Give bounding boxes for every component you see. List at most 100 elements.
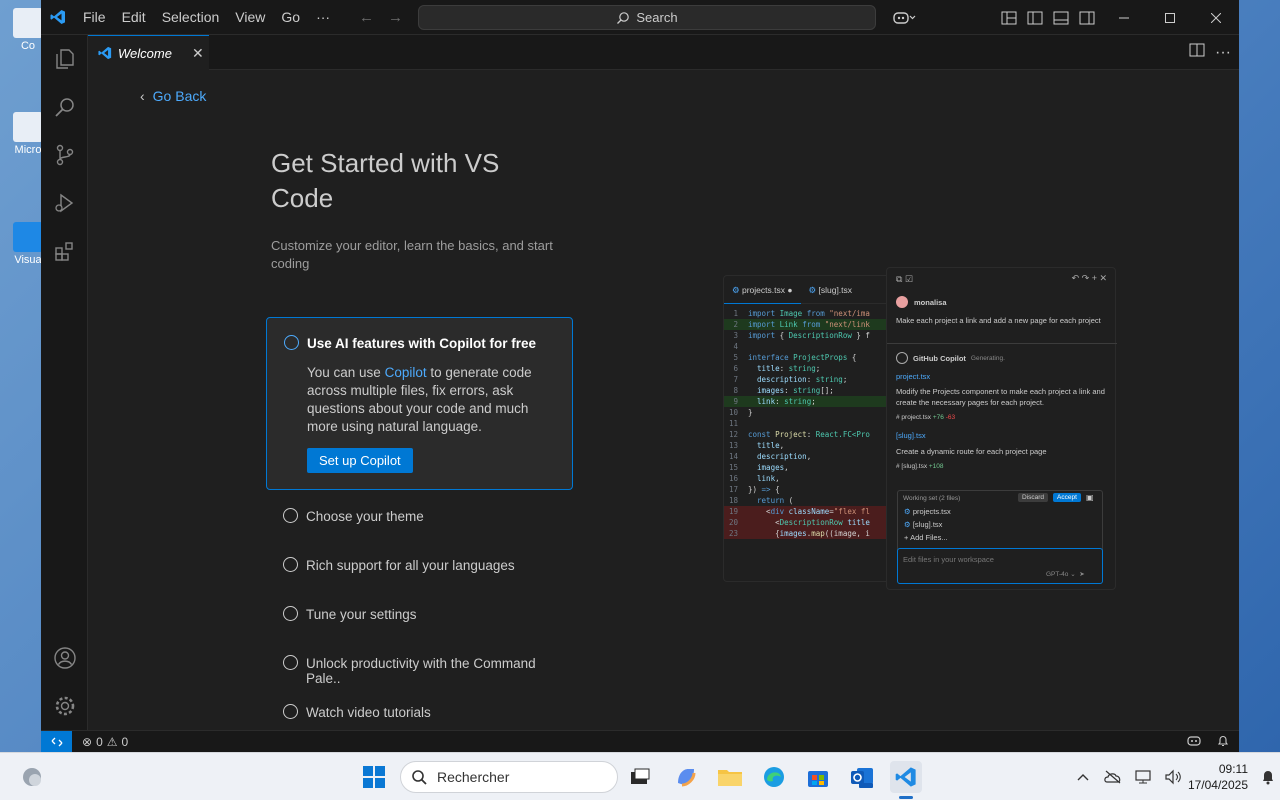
chat-message: Modify the Projects component to make ea… (896, 387, 1105, 407)
step-description: You can use Copilot to generate code acr… (307, 365, 532, 434)
step-languages[interactable]: Rich support for all your languages (266, 549, 573, 589)
discard-button: Discard (1018, 493, 1049, 502)
editor-tab-bar: Welcome ✕ ··· (88, 35, 1239, 70)
chat-input-preview: Edit files in your workspace GPT-4o ⌄ ➤ (897, 548, 1103, 584)
split-editor-icon[interactable] (1189, 43, 1205, 62)
working-set-file: ⚙ [slug].tsx (904, 520, 943, 529)
clock-time: 09:11 (1218, 762, 1248, 776)
copilot-app-icon[interactable] (670, 761, 702, 793)
error-count: 0 (96, 734, 103, 749)
menu-selection[interactable]: Selection (154, 0, 228, 35)
copilot-link[interactable]: Copilot (385, 365, 427, 380)
working-set-file: ⚙ projects.tsx (904, 507, 951, 516)
avatar (896, 296, 908, 308)
step-command-palette[interactable]: Unlock productivity with the Command Pal… (266, 647, 573, 687)
menu-view[interactable]: View (227, 0, 273, 35)
chevron-left-icon: ‹ (140, 88, 145, 104)
code-lines: 1 import Image from "next/ima 2 import Lin… (724, 304, 892, 539)
explorer-icon[interactable] (41, 35, 88, 83)
step-copilot[interactable]: Use AI features with Copilot for free Yo… (266, 317, 573, 490)
search-label: Search (636, 10, 678, 25)
widgets-icon[interactable] (16, 761, 48, 793)
menu-edit[interactable]: Edit (114, 0, 154, 35)
menu-file[interactable]: File (75, 0, 114, 35)
desktop-icon-label: Visua (14, 254, 42, 266)
problems-indicator[interactable]: ⊗ 0 ⚠ 0 (72, 735, 128, 749)
notifications-bell-icon[interactable] (1217, 734, 1229, 750)
code-preview: ⚙ projects.tsx ● ⚙ [slug].tsx 1 import Im… (723, 275, 893, 582)
copilot-status-icon[interactable] (1187, 735, 1201, 750)
chevron-up-icon[interactable] (1068, 761, 1098, 793)
code-tab: ⚙ [slug].tsx (808, 284, 853, 295)
title-bar: File Edit Selection View Go ··· ← → Sear… (41, 0, 1239, 35)
back-arrow-icon[interactable]: ← (359, 9, 374, 26)
minimize-button[interactable] (1101, 0, 1147, 35)
clock[interactable]: 09:11 17/04/2025 (1188, 761, 1256, 793)
notification-center-icon[interactable] (1256, 761, 1280, 793)
start-windows-icon[interactable] (358, 761, 390, 793)
step-title: Tune your settings (306, 607, 417, 622)
page-subtitle: Customize your editor, learn the basics,… (271, 238, 553, 271)
step-radio[interactable] (283, 655, 298, 670)
toggle-secondary-sidebar-icon[interactable] (1074, 0, 1100, 35)
toggle-panel-icon[interactable] (1048, 0, 1074, 35)
store-icon[interactable] (802, 761, 834, 793)
forward-arrow-icon[interactable]: → (388, 9, 403, 26)
close-window-button[interactable] (1193, 0, 1239, 35)
desktop-icon-label: Co (20, 40, 36, 52)
copilot-avatar-icon (896, 352, 908, 364)
outlook-icon[interactable] (846, 761, 878, 793)
clock-date: 17/04/2025 (1187, 778, 1248, 792)
taskbar-search[interactable]: Rechercher (400, 761, 618, 793)
step-radio[interactable] (284, 335, 299, 350)
task-view-icon[interactable] (624, 761, 656, 793)
step-choose-theme[interactable]: Choose your theme (266, 500, 573, 540)
vscode-taskbar-icon[interactable] (890, 761, 922, 799)
network-icon[interactable] (1128, 761, 1158, 793)
vscode-window: File Edit Selection View Go ··· ← → Sear… (41, 0, 1239, 753)
edge-browser-icon[interactable] (758, 761, 790, 793)
menu-more[interactable]: ··· (308, 0, 338, 35)
step-radio[interactable] (283, 606, 298, 621)
maximize-button[interactable] (1147, 0, 1193, 35)
step-radio[interactable] (283, 704, 298, 719)
vscode-shortcut-icon (13, 222, 43, 252)
go-back-link[interactable]: ‹ Go Back (140, 88, 206, 104)
manage-gear-icon[interactable] (41, 682, 88, 730)
add-files: + Add Files... (904, 533, 948, 542)
search-sidebar-icon[interactable] (41, 83, 88, 131)
status-bar: ⊗ 0 ⚠ 0 (41, 730, 1239, 753)
warning-icon: ⚠ (106, 734, 118, 749)
windows-taskbar: Rechercher 09:11 17/04/2025 (0, 752, 1280, 800)
chat-file-link: project.tsx (896, 372, 931, 381)
onedrive-offline-icon[interactable] (1098, 761, 1128, 793)
remote-indicator-icon[interactable] (41, 730, 72, 753)
file-explorer-icon[interactable] (714, 761, 746, 793)
tab-welcome[interactable]: Welcome ✕ (88, 35, 209, 70)
desktop-icon-label: Micro (14, 144, 42, 156)
step-radio[interactable] (283, 508, 298, 523)
extensions-icon[interactable] (41, 227, 88, 275)
run-debug-icon[interactable] (41, 179, 88, 227)
menu-go[interactable]: Go (273, 0, 308, 35)
chat-file-chip: # [slug].tsx +108 (896, 463, 944, 470)
chat-user-name: monalisa (914, 297, 947, 307)
setup-copilot-button[interactable]: Set up Copilot (307, 448, 413, 473)
command-center-search[interactable]: Search (418, 5, 876, 30)
step-settings[interactable]: Tune your settings (266, 598, 573, 638)
toggle-primary-sidebar-icon[interactable] (1022, 0, 1048, 35)
source-control-icon[interactable] (41, 131, 88, 179)
chat-message: Create a dynamic route for each project … (896, 447, 1047, 456)
warning-count: 0 (121, 734, 129, 749)
more-actions-icon[interactable]: ··· (1215, 44, 1231, 62)
customize-layout-icon[interactable] (996, 0, 1022, 35)
shortcut-icon (13, 112, 43, 142)
accounts-icon[interactable] (41, 634, 88, 682)
step-radio[interactable] (283, 557, 298, 572)
step-video-tutorials[interactable]: Watch video tutorials (266, 696, 573, 730)
copilot-icon[interactable] (884, 0, 924, 35)
volume-icon[interactable] (1158, 761, 1188, 793)
close-icon[interactable]: ✕ (192, 45, 204, 62)
copilot-chat-preview: ⧉ ☑ ↶ ↷ + ✕ monalisa Make each project a… (886, 267, 1117, 590)
vscode-logo-icon (41, 0, 75, 35)
